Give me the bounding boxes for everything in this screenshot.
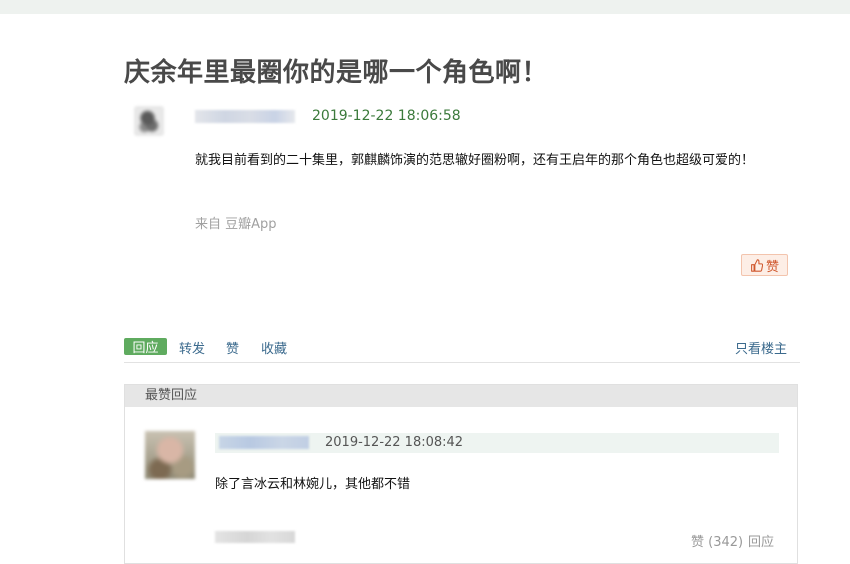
- reply-like-link[interactable]: 赞 (342): [691, 531, 743, 550]
- like-link[interactable]: 赞: [226, 338, 239, 357]
- page-title: 庆余年里最圈你的是哪一个角色啊！: [124, 58, 549, 88]
- only-author-link[interactable]: 只看楼主: [735, 338, 787, 357]
- reply-source-blurred: [215, 531, 295, 543]
- reply-author-name-blurred[interactable]: [219, 436, 309, 449]
- reply-button[interactable]: 回应: [124, 338, 167, 356]
- forward-link[interactable]: 转发: [179, 338, 205, 357]
- best-replies-section: 最赞回应 2019-12-22 18:08:42 除了言冰云和林婉儿，其他都不错…: [124, 384, 798, 564]
- reply-avatar[interactable]: [145, 431, 195, 479]
- best-replies-header: 最赞回应: [125, 385, 797, 407]
- like-button[interactable]: 赞: [741, 254, 788, 276]
- action-bar: 回应 转发 赞 收藏 只看楼主: [124, 334, 800, 363]
- post-source[interactable]: 来自 豆瓣App: [195, 213, 277, 232]
- top-bar: [0, 0, 850, 14]
- post-time: 2019-12-22 18:06:58: [312, 108, 461, 124]
- like-button-label: 赞: [765, 259, 779, 275]
- thumbs-up-icon: [751, 258, 763, 272]
- post-content: 就我目前看到的二十集里，郭麒麟饰演的范思辙好圈粉啊，还有王启年的那个角色也超级可…: [195, 153, 755, 168]
- author-name-blurred[interactable]: [195, 110, 295, 123]
- collect-link[interactable]: 收藏: [261, 338, 287, 357]
- reply-time: 2019-12-22 18:08:42: [325, 435, 464, 450]
- reply-content: 除了言冰云和林婉儿，其他都不错: [215, 477, 411, 492]
- author-avatar[interactable]: [134, 106, 164, 136]
- reply-reply-link[interactable]: 回应: [748, 531, 774, 550]
